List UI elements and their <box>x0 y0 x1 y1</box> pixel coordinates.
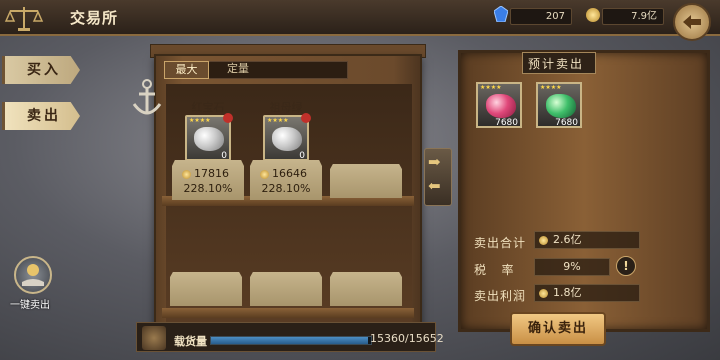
tax-info-button[interactable]: ! <box>616 256 636 276</box>
item-price: 17816 <box>194 167 229 180</box>
total-value: 2.6亿 <box>553 233 582 246</box>
item-quantity: 0 <box>221 151 227 161</box>
item-name: 红宝石 <box>191 101 225 114</box>
stars: ★★★★ <box>267 117 289 124</box>
tab-sell[interactable]: 卖出 <box>2 102 80 130</box>
item-percent: 228.10% <box>261 182 311 195</box>
item-slot-ruby[interactable]: ★★★★ 0 <box>185 113 233 161</box>
stars: ★★★★ <box>189 117 211 124</box>
tab-buy[interactable]: 买入 <box>2 56 80 84</box>
price-tag: 16646 228.10% <box>250 160 322 200</box>
item-name: 祖母绿 <box>269 101 303 114</box>
raw-gem-icon <box>194 127 224 151</box>
price-tag: 17816 228.10% <box>172 160 244 200</box>
raw-gem-icon <box>272 127 302 151</box>
preview-quantity: 7680 <box>495 118 518 128</box>
confirm-sell-button[interactable]: 确认卖出 <box>510 312 606 346</box>
arrow-right-icon: ➡ <box>428 153 441 171</box>
quick-sell-button[interactable] <box>14 256 52 294</box>
preview-item-ruby[interactable]: ★★★★ 7680 <box>476 82 522 128</box>
total-value-box: 2.6亿 <box>534 231 640 249</box>
profit-value-box: 1.8亿 <box>534 284 640 302</box>
scale-icon <box>4 7 44 31</box>
alert-badge <box>301 113 311 123</box>
emerald-icon <box>546 94 576 118</box>
item-percent: 228.10% <box>183 182 233 195</box>
item-price: 16646 <box>272 167 307 180</box>
item-quantity: 0 <box>299 151 305 161</box>
preview-item-emerald[interactable]: ★★★★ 7680 <box>536 82 582 128</box>
sort-fixed-tab[interactable]: 定量 <box>212 61 264 79</box>
gold-coin-icon <box>539 236 548 245</box>
item-slot-emerald[interactable]: ★★★★ 0 <box>263 113 311 161</box>
empty-tag <box>330 272 402 306</box>
panel-title: 预计卖出 <box>528 57 585 71</box>
arrow-left-icon: ⬅ <box>428 177 441 195</box>
gold-coin-icon <box>260 169 269 179</box>
cargo-barrel-icon <box>142 326 166 350</box>
gem-count: 207 <box>510 8 572 25</box>
gold-count: 7.9亿 <box>602 8 664 25</box>
back-arrow-icon <box>683 15 701 29</box>
anchor-icon <box>132 79 162 115</box>
capacity-value: 15360/15652 <box>370 332 444 345</box>
back-button[interactable] <box>673 3 711 41</box>
empty-tag <box>330 164 402 198</box>
capacity-fill <box>211 337 368 344</box>
profit-label: 卖出利润 <box>474 289 527 303</box>
tax-label: 税 率 <box>474 263 515 277</box>
tax-value: 9% <box>534 258 610 276</box>
gold-coin-icon <box>586 8 600 22</box>
quick-sell-label: 一键卖出 <box>10 300 50 311</box>
preview-quantity: 7680 <box>555 118 578 128</box>
page-title: 交易所 <box>70 9 119 27</box>
shelf-board <box>162 308 414 318</box>
stars: ★★★★ <box>480 84 502 91</box>
empty-tag <box>250 272 322 306</box>
empty-tag <box>170 272 242 306</box>
gold-coin-icon <box>182 169 191 179</box>
ruby-icon <box>486 94 516 118</box>
sort-max-tab[interactable]: 最大 <box>164 61 209 79</box>
coin-hand-icon <box>22 264 44 286</box>
stars: ★★★★ <box>540 84 562 91</box>
total-label: 卖出合计 <box>474 236 527 250</box>
profit-value: 1.8亿 <box>553 286 582 299</box>
gem-currency-icon <box>493 5 509 23</box>
gold-coin-icon <box>539 289 548 298</box>
alert-badge <box>223 113 233 123</box>
capacity-label: 载货量 <box>174 335 207 348</box>
